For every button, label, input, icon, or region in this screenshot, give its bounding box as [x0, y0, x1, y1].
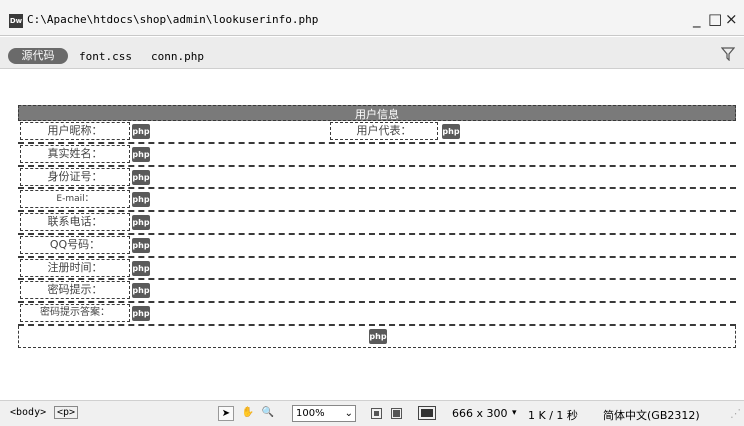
restore-button[interactable]: □	[708, 10, 722, 28]
table-row: 联系电话： php	[18, 212, 736, 235]
encoding-readout: 简体中文(GB2312)	[603, 409, 700, 422]
row-label: 密码提示：	[20, 281, 130, 300]
filter-icon[interactable]	[721, 47, 735, 61]
php-icon[interactable]: php	[132, 306, 150, 321]
zoom-tool-icon[interactable]: 🔍	[260, 406, 276, 421]
table-row: 用户昵称： php 用户代表： php	[18, 121, 736, 144]
php-icon[interactable]: php	[132, 215, 150, 230]
tag-selector-p[interactable]: <p>	[54, 406, 79, 419]
hand-tool-icon[interactable]: ✋	[240, 406, 256, 421]
row-label: 注册时间：	[20, 258, 130, 277]
php-icon[interactable]: php	[132, 169, 150, 185]
table-row: 身份证号： php	[18, 167, 736, 190]
related-file-conn-php[interactable]: conn.php	[151, 50, 204, 63]
close-button[interactable]: ×	[725, 10, 738, 28]
row-label: E-mail：	[20, 190, 130, 209]
zoom-value: 100%	[296, 408, 325, 419]
php-icon[interactable]: php	[132, 124, 150, 139]
table-row: 真实姓名： php	[18, 144, 736, 167]
resize-grip-icon[interactable]: ⋰	[730, 407, 741, 420]
pointer-tool-icon[interactable]: ➤	[218, 406, 234, 421]
design-view[interactable]: 用户信息 用户昵称： php 用户代表： php 真实姓名： php 身份证号：…	[0, 70, 744, 400]
nickname-label: 用户昵称：	[20, 122, 130, 140]
table-row: 密码提示： php	[18, 280, 736, 303]
view-mode-icon[interactable]	[391, 408, 402, 419]
document-size-readout: 1 K / 1 秒	[528, 409, 578, 422]
table-footer-row: php	[18, 325, 736, 348]
title-bar: Dw C:\Apache\htdocs\shop\admin\lookuseri…	[0, 0, 744, 36]
php-icon[interactable]: php	[132, 146, 150, 162]
related-file-font-css[interactable]: font.css	[79, 50, 132, 63]
php-icon[interactable]: php	[369, 328, 387, 344]
dreamweaver-app-icon: Dw	[9, 14, 23, 28]
status-bar: <body> <p> ➤ ✋ 🔍 100% ⌄ 666 x 300 ▾ 1 K …	[0, 400, 744, 426]
php-icon[interactable]: php	[132, 283, 150, 299]
window-title: C:\Apache\htdocs\shop\admin\lookuserinfo…	[27, 13, 319, 26]
table-header: 用户信息	[18, 105, 736, 121]
table-row: E-mail： php	[18, 189, 736, 212]
chevron-down-icon: ⌄	[344, 408, 353, 419]
table-row: QQ号码： php	[18, 235, 736, 258]
window-size-dropdown-icon[interactable]: ▾	[512, 408, 517, 418]
window-size-readout[interactable]: 666 x 300	[452, 407, 508, 420]
representative-label: 用户代表：	[330, 122, 438, 140]
row-label: 真实姓名：	[20, 144, 130, 163]
view-mode-icon[interactable]	[371, 408, 382, 419]
related-files-toolbar: 源代码 font.css conn.php	[0, 37, 744, 69]
tag-selector-body[interactable]: <body>	[10, 407, 46, 418]
php-icon[interactable]: php	[132, 260, 150, 276]
php-icon[interactable]: php	[132, 237, 150, 253]
row-label: 身份证号：	[20, 167, 130, 186]
php-icon[interactable]: php	[132, 192, 150, 208]
table-row: 注册时间： php	[18, 258, 736, 281]
monitor-icon[interactable]	[418, 406, 436, 420]
source-code-button[interactable]: 源代码	[8, 48, 68, 64]
table-row: 密码提示答案： php	[18, 303, 736, 326]
user-info-table: 用户信息 用户昵称： php 用户代表： php 真实姓名： php 身份证号：…	[18, 105, 736, 348]
row-label: 密码提示答案：	[20, 304, 130, 322]
row-label: QQ号码：	[20, 235, 130, 254]
row-label: 联系电话：	[20, 213, 130, 231]
minimize-button[interactable]: _	[693, 10, 701, 28]
php-icon[interactable]: php	[442, 124, 460, 139]
zoom-select[interactable]: 100% ⌄	[292, 405, 356, 422]
